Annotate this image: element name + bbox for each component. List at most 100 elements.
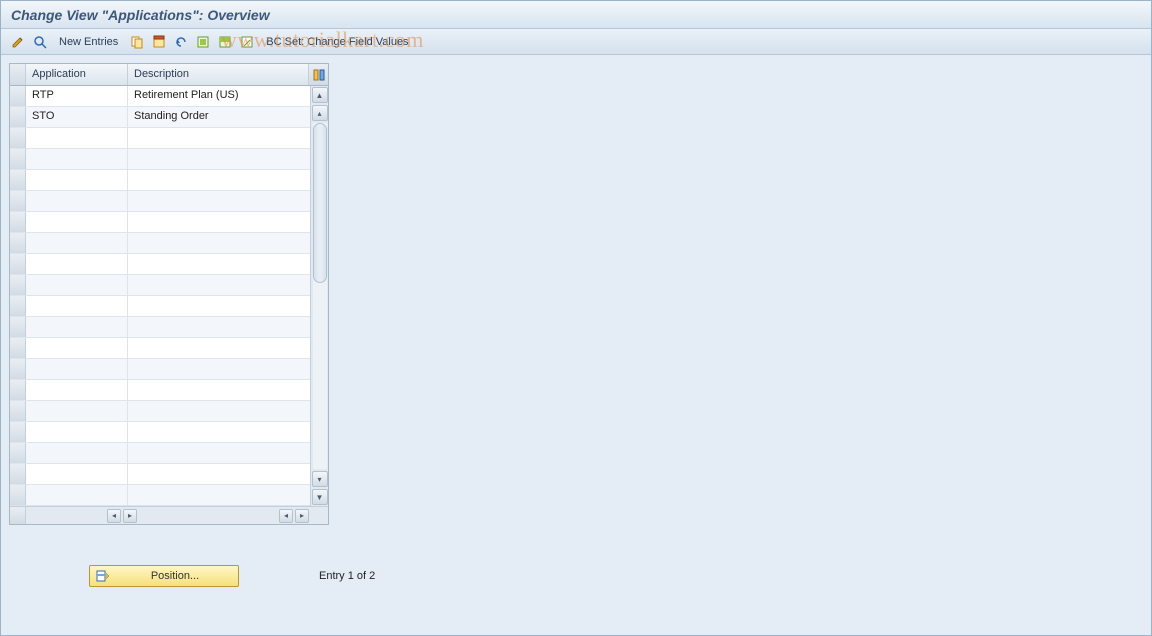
delete-icon[interactable] <box>150 33 168 51</box>
cell-description[interactable] <box>128 275 310 295</box>
cell-application[interactable] <box>26 128 128 148</box>
hscroll-left2-icon[interactable]: ◂ <box>279 509 293 523</box>
cell-application[interactable] <box>26 296 128 316</box>
cell-description[interactable] <box>128 485 310 505</box>
row-selector[interactable] <box>10 422 26 442</box>
cell-application[interactable] <box>26 443 128 463</box>
table-row-empty[interactable] <box>10 191 310 212</box>
row-selector[interactable] <box>10 233 26 253</box>
table-row-empty[interactable] <box>10 275 310 296</box>
cell-description[interactable] <box>128 233 310 253</box>
cell-description[interactable] <box>128 254 310 274</box>
bc-set-button[interactable]: BC Set: Change Field Values <box>260 34 414 50</box>
cell-application[interactable] <box>26 464 128 484</box>
col-header-application[interactable]: Application <box>26 64 128 85</box>
cell-application[interactable]: RTP <box>26 86 128 106</box>
row-selector[interactable] <box>10 170 26 190</box>
scroll-thumb[interactable] <box>313 123 327 283</box>
table-row[interactable]: STO Standing Order <box>10 107 310 128</box>
scroll-down-icon[interactable]: ▼ <box>312 489 328 505</box>
cell-application[interactable] <box>26 380 128 400</box>
cell-application[interactable] <box>26 191 128 211</box>
toggle-change-icon[interactable] <box>9 33 27 51</box>
table-row-empty[interactable] <box>10 149 310 170</box>
table-row-empty[interactable] <box>10 212 310 233</box>
table-row-empty[interactable] <box>10 170 310 191</box>
row-selector[interactable] <box>10 212 26 232</box>
table-row-empty[interactable] <box>10 464 310 485</box>
row-selector[interactable] <box>10 359 26 379</box>
row-selector[interactable] <box>10 401 26 421</box>
cell-description[interactable] <box>128 191 310 211</box>
cell-application[interactable] <box>26 254 128 274</box>
table-row-empty[interactable] <box>10 317 310 338</box>
select-all-icon[interactable] <box>194 33 212 51</box>
position-button[interactable]: Position... <box>89 565 239 587</box>
table-row-empty[interactable] <box>10 128 310 149</box>
hscroll-right2-icon[interactable]: ▸ <box>295 509 309 523</box>
horizontal-scrollbar[interactable]: ◂ ▸ ◂ ▸ <box>10 506 328 524</box>
row-selector[interactable] <box>10 191 26 211</box>
row-selector[interactable] <box>10 317 26 337</box>
hscroll-left-icon[interactable]: ◂ <box>107 509 121 523</box>
cell-application[interactable] <box>26 422 128 442</box>
cell-description[interactable] <box>128 317 310 337</box>
cell-description[interactable] <box>128 380 310 400</box>
cell-description[interactable] <box>128 170 310 190</box>
cell-description[interactable] <box>128 149 310 169</box>
new-entries-button[interactable]: New Entries <box>53 34 124 50</box>
table-row[interactable]: RTP Retirement Plan (US) <box>10 86 310 107</box>
vertical-scrollbar[interactable]: ▲ ▴ ▾ ▼ <box>310 86 328 506</box>
row-selector[interactable] <box>10 107 26 127</box>
cell-description[interactable] <box>128 464 310 484</box>
cell-description[interactable]: Retirement Plan (US) <box>128 86 310 106</box>
cell-description[interactable] <box>128 212 310 232</box>
cell-application[interactable] <box>26 401 128 421</box>
row-selector[interactable] <box>10 86 26 106</box>
cell-application[interactable] <box>26 149 128 169</box>
table-row-empty[interactable] <box>10 422 310 443</box>
table-row-empty[interactable] <box>10 338 310 359</box>
cell-application[interactable] <box>26 275 128 295</box>
table-row-empty[interactable] <box>10 254 310 275</box>
deselect-all-icon[interactable] <box>238 33 256 51</box>
scroll-up-step-icon[interactable]: ▴ <box>312 105 328 121</box>
copy-icon[interactable] <box>128 33 146 51</box>
cell-application[interactable] <box>26 233 128 253</box>
details-icon[interactable] <box>31 33 49 51</box>
table-row-empty[interactable] <box>10 443 310 464</box>
table-row-empty[interactable] <box>10 359 310 380</box>
cell-description[interactable] <box>128 443 310 463</box>
row-selector[interactable] <box>10 380 26 400</box>
row-selector[interactable] <box>10 464 26 484</box>
cell-description[interactable] <box>128 401 310 421</box>
cell-application[interactable] <box>26 170 128 190</box>
cell-application[interactable] <box>26 338 128 358</box>
col-header-description[interactable]: Description <box>128 64 308 85</box>
row-selector[interactable] <box>10 128 26 148</box>
hscroll-right-icon[interactable]: ▸ <box>123 509 137 523</box>
cell-description[interactable] <box>128 128 310 148</box>
table-row-empty[interactable] <box>10 380 310 401</box>
cell-description[interactable]: Standing Order <box>128 107 310 127</box>
cell-application[interactable]: STO <box>26 107 128 127</box>
row-selector[interactable] <box>10 338 26 358</box>
row-selector[interactable] <box>10 149 26 169</box>
table-row-empty[interactable] <box>10 485 310 506</box>
row-selector[interactable] <box>10 254 26 274</box>
table-row-empty[interactable] <box>10 233 310 254</box>
cell-description[interactable] <box>128 338 310 358</box>
scroll-track[interactable] <box>313 123 327 469</box>
select-block-icon[interactable] <box>216 33 234 51</box>
cell-description[interactable] <box>128 422 310 442</box>
scroll-up-icon[interactable]: ▲ <box>312 87 328 103</box>
select-all-header[interactable] <box>10 64 26 85</box>
configure-columns-icon[interactable] <box>308 64 328 85</box>
scroll-down-step-icon[interactable]: ▾ <box>312 471 328 487</box>
undo-icon[interactable] <box>172 33 190 51</box>
row-selector[interactable] <box>10 296 26 316</box>
cell-application[interactable] <box>26 212 128 232</box>
row-selector[interactable] <box>10 485 26 505</box>
row-selector[interactable] <box>10 275 26 295</box>
cell-application[interactable] <box>26 317 128 337</box>
